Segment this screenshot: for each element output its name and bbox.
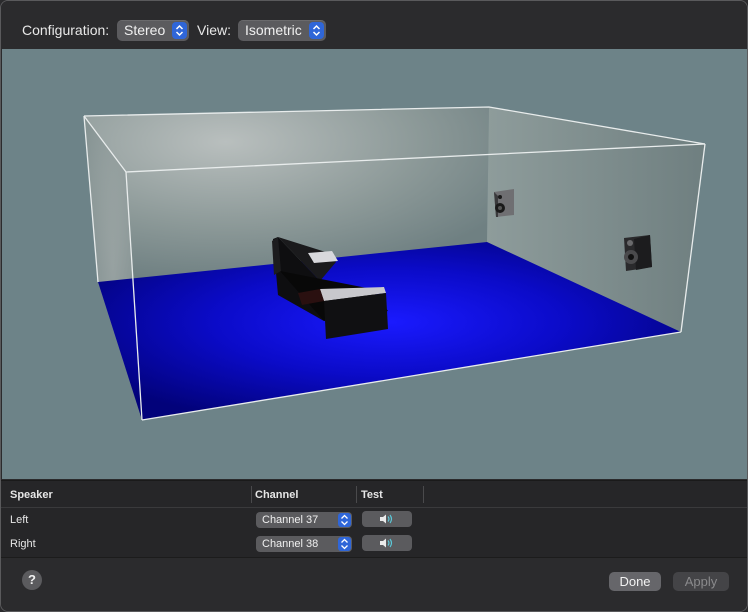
channel-value: Channel 37 [262,514,319,526]
speaker-name-cell: Right [10,538,36,550]
help-button[interactable]: ? [22,570,42,590]
column-header-test[interactable]: Test [361,489,383,501]
column-divider [356,486,357,503]
speaker-name-cell: Left [10,514,29,526]
column-divider [423,486,424,503]
room-3d-viewport[interactable] [2,49,747,479]
speaker-left-model [494,189,514,217]
chevron-updown-icon [338,537,351,551]
chevron-updown-icon [338,513,351,527]
channel-popup[interactable]: Channel 37 [256,512,352,528]
view-value: Isometric [245,22,302,38]
configuration-popup[interactable]: Stereo [117,20,189,41]
apply-button[interactable]: Apply [673,572,729,591]
chevron-updown-icon [309,22,324,39]
header-separator [1,507,747,508]
column-header-channel[interactable]: Channel [255,489,298,501]
view-label: View: [197,22,231,38]
column-header-speaker[interactable]: Speaker [10,489,53,501]
configuration-label: Configuration: [22,22,110,38]
audio-configuration-window: Configuration: Stereo View: Isometric Sp… [0,0,748,612]
channel-popup[interactable]: Channel 38 [256,536,352,552]
bottom-button-bar: ? Done Apply [1,557,747,611]
table-row[interactable]: Right Channel 38 [1,533,747,557]
speaker-table: Speaker Channel Test Left Channel 37 Rig… [1,480,747,557]
done-button[interactable]: Done [609,572,661,591]
speaker-right-model [624,235,652,271]
chevron-updown-icon [172,22,187,39]
speaker-sound-icon [380,538,393,548]
configuration-bar: Configuration: Stereo View: Isometric [1,1,747,49]
view-popup[interactable]: Isometric [238,20,326,41]
channel-value: Channel 38 [262,538,319,550]
configuration-value: Stereo [124,22,166,38]
table-row[interactable]: Left Channel 37 [1,509,747,533]
column-divider [251,486,252,503]
test-speaker-button[interactable] [362,511,412,527]
test-speaker-button[interactable] [362,535,412,551]
speaker-sound-icon [380,514,393,524]
